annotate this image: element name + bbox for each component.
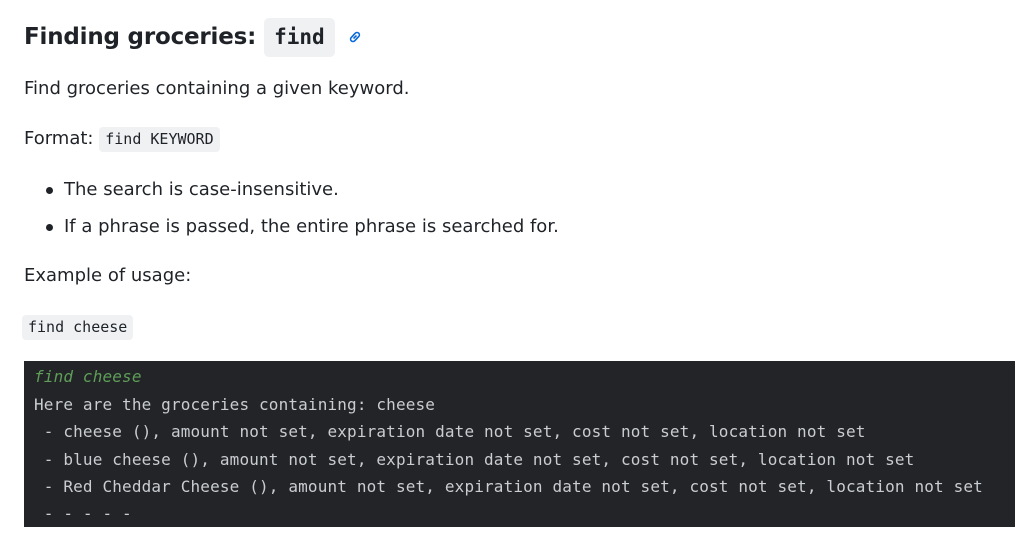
format-label: Format: xyxy=(24,128,94,149)
section-heading: Finding groceries: find xyxy=(24,17,363,57)
terminal-line: Here are the groceries containing: chees… xyxy=(34,395,436,414)
terminal-output: find cheese Here are the groceries conta… xyxy=(24,361,1015,527)
link-icon[interactable] xyxy=(347,29,363,45)
list-item-text: If a phrase is passed, the entire phrase… xyxy=(64,216,559,237)
terminal-line: - - - - - xyxy=(34,504,132,523)
format-code: find KEYWORD xyxy=(99,127,220,152)
list-item: The search is case-insensitive. xyxy=(24,176,559,213)
terminal-line: - cheese (), amount not set, expiration … xyxy=(34,422,866,441)
example-line: find cheese xyxy=(22,315,134,340)
bullet-icon xyxy=(46,224,53,231)
description-text: Find groceries containing a given keywor… xyxy=(24,78,410,99)
example-label: Example of usage: xyxy=(24,265,192,286)
example-code: find cheese xyxy=(22,315,134,340)
heading-title: Finding groceries: xyxy=(24,24,257,50)
format-line: Format: find KEYWORD xyxy=(24,127,220,152)
heading-code: find xyxy=(264,17,335,57)
notes-list: The search is case-insensitive. If a phr… xyxy=(24,176,559,250)
terminal-line: - Red Cheddar Cheese (), amount not set,… xyxy=(34,477,983,496)
terminal-command-line: find cheese xyxy=(34,367,142,386)
terminal-line: - blue cheese (), amount not set, expira… xyxy=(34,450,915,469)
list-item-text: The search is case-insensitive. xyxy=(64,179,339,200)
list-item: If a phrase is passed, the entire phrase… xyxy=(24,213,559,250)
bullet-icon xyxy=(46,187,53,194)
